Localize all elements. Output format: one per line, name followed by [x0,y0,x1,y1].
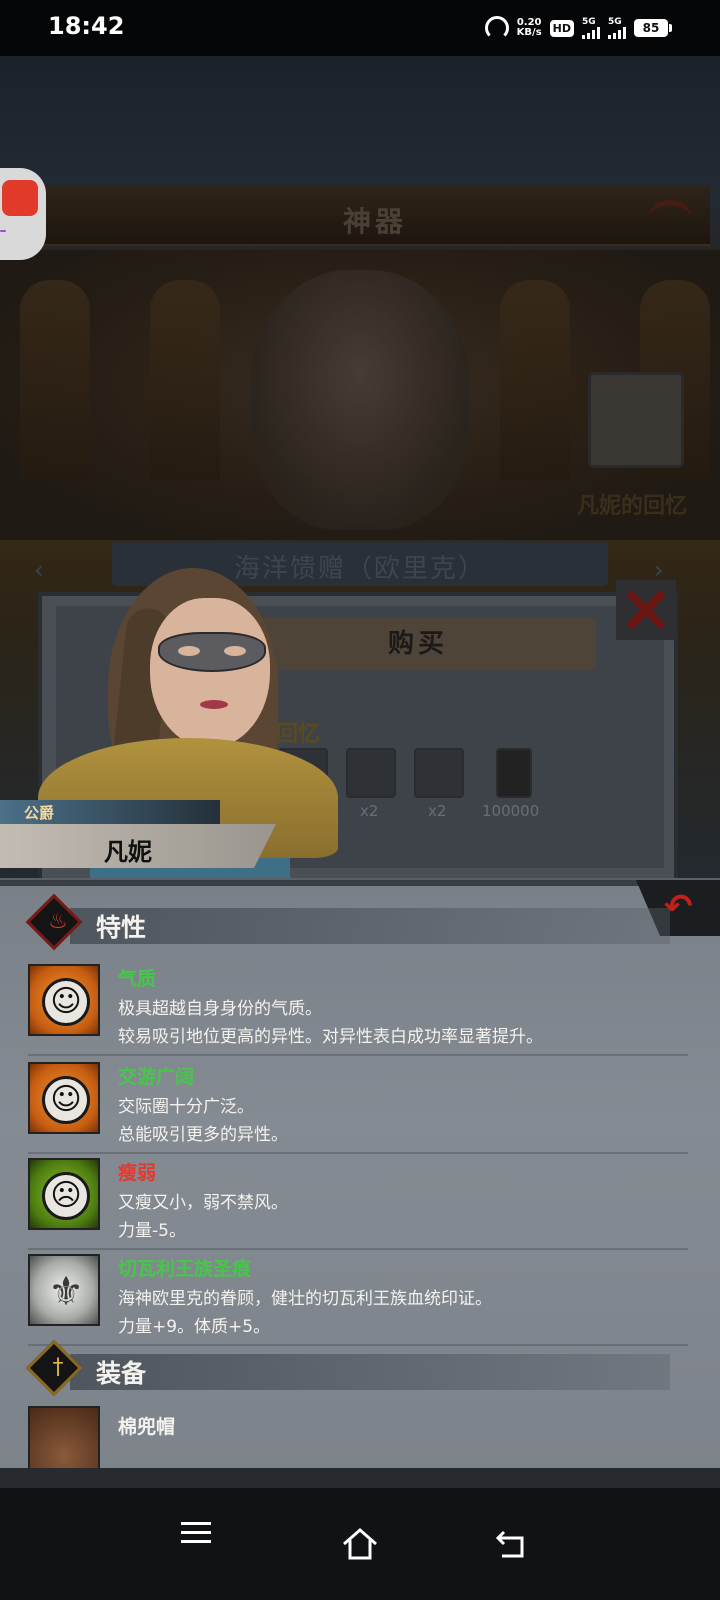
trait-name: 切瓦利王族圣痕 [118,1258,252,1280]
dagger-icon: † [52,1355,64,1380]
memory-box-icon[interactable] [588,372,684,468]
status-bar: 18:42 0.20 KB/s HD 5G 5G 85 [0,0,720,56]
masquerade-mask [158,632,266,672]
trait-description: 力量+9。体质+5。 [118,1317,271,1337]
lips [200,700,228,709]
equipment-section-header: † 装备 [25,1339,720,1397]
sea-god-portrait [250,270,470,530]
speedometer-icon [484,16,509,40]
hood-icon [28,1406,100,1470]
trait-item[interactable]: ☺ 气质 极具超越自身身份的气质。 较易吸引地位更高的异性。对异性表白成功率显著… [28,964,688,1056]
pillar-decoration [20,280,90,480]
sad-face-icon: ☹ [42,1172,90,1220]
trait-item[interactable]: ☺ 交游广阔 交际圈十分广泛。 总能吸引更多的异性。 [28,1062,688,1154]
trait-item[interactable]: ⚜ 切瓦利王族圣痕 海神欧里克的眷顾，健壮的切瓦利王族血统印证。 力量+9。体质… [28,1254,688,1346]
smile-face-icon: ☺ [42,978,90,1026]
equipment-name: 棉兜帽 [118,1416,176,1438]
close-icon[interactable] [616,580,676,640]
home-icon[interactable] [330,1516,390,1572]
equipment-item[interactable]: 棉兜帽 [28,1406,688,1470]
trait-description: 交际圈十分广泛。 [118,1097,254,1117]
section-bar [70,1354,670,1390]
app-tag [0,230,6,232]
signal-label: 5G [582,17,596,27]
signal-label: 5G [608,17,622,27]
trait-name: 交游广阔 [118,1066,195,1088]
trait-icon: ☺ [28,964,100,1036]
name-plate: 凡妮 [0,824,276,868]
floating-app-button[interactable] [0,168,46,260]
menu-icon[interactable] [166,1516,226,1572]
back-icon[interactable] [482,1516,542,1572]
cost-quantity: 100000 [482,802,540,820]
coin-icon [496,748,532,798]
royal-sigil-icon: ⚜ [48,1269,84,1315]
trait-name: 气质 [118,968,157,990]
trait-item[interactable]: ☹ 瘦弱 又瘦又小，弱不禁风。 力量-5。 [28,1158,688,1250]
cost-quantity: x2 [428,802,447,820]
character-name: 凡妮 [104,838,152,866]
cost-quantity: x2 [360,802,379,820]
battery-icon: 85 [634,19,672,37]
app-icon [2,180,38,216]
artifact-header: 神器 [40,186,710,246]
panel-bottom-edge [0,1468,720,1488]
memory-box-label: 凡妮的回忆 [576,494,687,519]
pillar-decoration [500,280,570,480]
network-speed: 0.20 KB/s [517,18,542,38]
section-title: 装备 [96,1359,147,1388]
rank-tag: 公爵 [0,800,220,824]
pillar-decoration [150,280,220,480]
trait-icon: ☺ [28,1062,100,1134]
trait-description: 海神欧里克的眷顾，健壮的切瓦利王族血统印证。 [118,1289,492,1309]
back-arrow-icon [648,200,692,230]
trait-description: 力量-5。 [118,1221,186,1241]
signal-icon: 5G [608,17,626,39]
stone-icon [346,748,396,798]
signal-icon: 5G [582,17,600,39]
rank-label: 公爵 [24,804,55,822]
trait-icon: ⚜ [28,1254,100,1326]
navigation-bar [0,1488,720,1600]
status-time: 18:42 [48,12,125,40]
trait-description: 较易吸引地位更高的异性。对异性表白成功率显著提升。 [118,1027,543,1047]
flame-icon: ♨ [48,909,68,934]
face [150,598,270,748]
smile-face-icon: ☺ [42,1076,90,1124]
trait-description: 总能吸引更多的异性。 [118,1125,288,1145]
section-bar [70,908,670,944]
hd-icon: HD [549,19,574,37]
network-speed-unit: KB/s [516,27,542,38]
trait-icon: ☹ [28,1158,100,1230]
status-icons: 0.20 KB/s HD 5G 5G 85 [484,14,672,42]
trait-description: 极具超越自身身份的气质。 [118,999,322,1019]
traits-section-header: ♨ 特性 [25,893,720,951]
crystal-icon [414,748,464,798]
trait-name: 瘦弱 [118,1162,157,1184]
screen-title: 神器 [342,205,407,238]
section-title: 特性 [96,913,147,942]
trait-description: 又瘦又小，弱不禁风。 [118,1193,288,1213]
